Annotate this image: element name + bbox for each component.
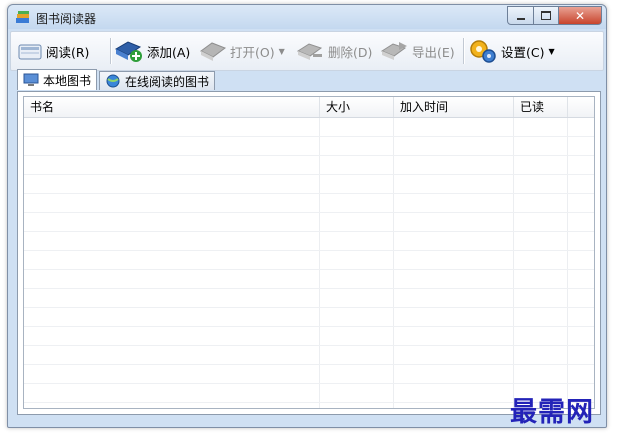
delete-button[interactable]: 删除(D) [295, 39, 372, 63]
toolbar: 阅读(R) 添加(A) 打开(O) ▼ 删除(D) 导出(E) 设置(C) ▼ [10, 31, 604, 71]
tab-online-books[interactable]: 在线阅读的图书 [99, 71, 216, 90]
add-button[interactable]: 添加(A) [114, 39, 190, 63]
watermark: 最需网 [510, 397, 594, 428]
tab-panel: 书名 大小 加入时间 已读 [17, 91, 601, 415]
minimize-icon [516, 17, 525, 20]
minimize-button[interactable] [507, 6, 534, 25]
empty-list-rows [24, 118, 594, 408]
add-label: 添加(A) [147, 44, 191, 60]
export-button[interactable]: 导出(E) [379, 39, 455, 63]
chevron-down-icon[interactable]: ▼ [548, 47, 554, 56]
maximize-button[interactable] [534, 6, 559, 25]
column-header-added-time[interactable]: 加入时间 [394, 97, 514, 117]
toolbar-separator [110, 38, 112, 64]
settings-button[interactable]: 设置(C) ▼ [468, 39, 555, 63]
close-icon: ✕ [574, 8, 586, 23]
column-header-filler [568, 97, 594, 117]
tab-local-books[interactable]: 本地图书 [17, 69, 98, 90]
computer-icon [23, 73, 39, 86]
book-read-icon [18, 44, 42, 60]
gear-icon [470, 40, 496, 63]
open-book-icon [200, 42, 227, 61]
column-header-title[interactable]: 书名 [24, 97, 320, 117]
book-list[interactable]: 书名 大小 加入时间 已读 [23, 96, 595, 409]
open-button[interactable]: 打开(O) ▼ [199, 39, 285, 63]
app-window: 图书阅读器 ✕ 阅读(R) 添加(A) 打开(O) ▼ 删除(D) 导出(E) … [7, 4, 607, 428]
tab-label: 在线阅读的图书 [125, 74, 210, 89]
window-title: 图书阅读器 [36, 12, 97, 26]
tab-label: 本地图书 [43, 73, 92, 88]
maximize-icon [541, 11, 551, 20]
delete-book-icon [296, 43, 323, 60]
toolbar-separator [463, 38, 465, 64]
column-header-size[interactable]: 大小 [320, 97, 394, 117]
export-label: 导出(E) [412, 44, 455, 60]
delete-label: 删除(D) [328, 44, 373, 60]
title-bar[interactable]: 图书阅读器 ✕ [8, 5, 606, 29]
books-app-icon [16, 11, 29, 23]
open-label: 打开(O) [230, 44, 275, 60]
chevron-down-icon[interactable]: ▼ [279, 47, 285, 56]
read-button[interactable]: 阅读(R) [17, 39, 89, 63]
globe-icon [106, 74, 120, 87]
close-button[interactable]: ✕ [559, 6, 602, 25]
read-label: 阅读(R) [46, 44, 90, 60]
list-header: 书名 大小 加入时间 已读 [24, 97, 594, 118]
add-book-icon [114, 41, 142, 62]
column-header-read[interactable]: 已读 [514, 97, 568, 117]
settings-label: 设置(C) [501, 44, 545, 60]
export-book-icon [380, 42, 407, 60]
tab-strip: 本地图书 在线阅读的图书 [17, 69, 217, 91]
